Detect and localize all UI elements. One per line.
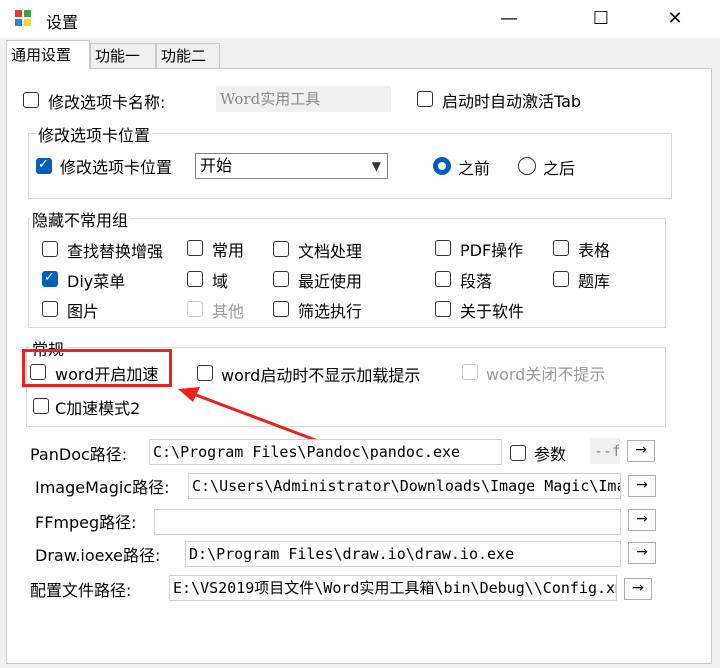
hide-about-checkbox[interactable] — [435, 301, 451, 317]
chevron-down-icon: ▼ — [371, 159, 381, 173]
no-close-hint-label: word关闭不提示 — [486, 365, 606, 384]
hide-pdf-checkbox[interactable] — [435, 240, 451, 256]
ffmpeg-path-label: FFmpeg路径: — [35, 513, 137, 532]
config-browse-button[interactable]: → — [624, 578, 652, 600]
tab-general[interactable]: 通用设置 — [6, 40, 90, 69]
hide-question-bank-label: 题库 — [578, 272, 611, 291]
hide-question-bank-checkbox[interactable] — [553, 271, 569, 287]
hide-image-label: 图片 — [67, 302, 100, 321]
hide-other-label: 其他 — [212, 302, 245, 321]
no-close-hint-checkbox — [462, 364, 478, 380]
imagemagic-path-label: ImageMagic路径: — [35, 478, 170, 497]
hide-field-label: 域 — [212, 272, 229, 291]
hide-common-checkbox[interactable] — [187, 240, 203, 256]
param-input[interactable]: --f — [590, 438, 620, 464]
rename-tab-label: 修改选项卡名称: — [48, 93, 166, 112]
highlight-box — [22, 349, 172, 387]
ffmpeg-path-input[interactable] — [154, 509, 621, 535]
tab-feature-2[interactable]: 功能二 — [156, 43, 220, 68]
pandoc-path-input[interactable]: C:\Program Files\Pandoc\pandoc.exe — [149, 439, 502, 465]
drawio-path-label: Draw.ioexe路径: — [35, 546, 161, 565]
tab-name-input[interactable]: Word实用工具 — [216, 86, 391, 112]
hide-paragraph-label: 段落 — [460, 272, 493, 291]
hide-about-label: 关于软件 — [460, 302, 525, 321]
maximize-button[interactable]: ☐ — [578, 2, 624, 36]
position-group-legend: 修改选项卡位置 — [36, 122, 153, 146]
c-accel-checkbox[interactable] — [33, 398, 49, 414]
hide-find-replace-label: 查找替换增强 — [67, 242, 164, 261]
c-accel-label: C加速模式2 — [55, 399, 141, 418]
drawio-browse-button[interactable]: → — [628, 542, 656, 564]
hide-paragraph-checkbox[interactable] — [435, 271, 451, 287]
position-combo-value: 开始 — [200, 156, 233, 175]
change-position-checkbox[interactable] — [36, 157, 52, 174]
hide-other-checkbox — [187, 301, 203, 317]
hide-diy-menu-checkbox[interactable] — [42, 270, 58, 287]
hide-pdf-label: PDF操作 — [460, 241, 524, 260]
hide-filter-exec-checkbox[interactable] — [273, 301, 289, 317]
hide-image-checkbox[interactable] — [42, 301, 58, 317]
minimize-button[interactable]: — — [486, 2, 532, 36]
position-combo[interactable]: 开始 ▼ — [195, 153, 388, 179]
hide-common-label: 常用 — [212, 241, 245, 260]
hide-group-legend: 隐藏不常用组 — [30, 207, 131, 231]
drawio-path-input[interactable]: D:\Program Files\draw.io\draw.io.exe — [185, 541, 621, 567]
config-path-input[interactable]: E:\VS2019项目文件\Word实用工具箱\bin\Debug\\Confi… — [169, 575, 617, 601]
param-label: 参数 — [534, 445, 567, 464]
rename-tab-checkbox[interactable] — [23, 92, 39, 108]
radio-after[interactable] — [518, 157, 536, 175]
auto-activate-checkbox[interactable] — [417, 91, 433, 107]
imagemagic-browse-button[interactable]: → — [628, 475, 656, 497]
window-title: 设置 — [46, 13, 79, 32]
hide-table-checkbox[interactable] — [553, 240, 569, 256]
hide-find-replace-checkbox[interactable] — [42, 241, 58, 257]
hide-doc-processing-checkbox[interactable] — [273, 241, 289, 257]
hide-doc-processing-label: 文档处理 — [298, 242, 363, 261]
param-checkbox[interactable] — [510, 445, 526, 461]
radio-before[interactable] — [433, 157, 451, 175]
no-loading-hint-checkbox[interactable] — [197, 365, 213, 381]
hide-field-checkbox[interactable] — [187, 271, 203, 287]
config-path-label: 配置文件路径: — [30, 581, 132, 600]
hide-table-label: 表格 — [578, 241, 611, 260]
tab-feature-1[interactable]: 功能一 — [90, 43, 156, 68]
hide-filter-exec-label: 筛选执行 — [298, 302, 363, 321]
radio-before-label: 之前 — [458, 159, 491, 178]
pandoc-browse-button[interactable]: → — [627, 440, 655, 462]
radio-after-label: 之后 — [543, 159, 576, 178]
app-icon — [15, 10, 31, 26]
hide-diy-menu-label: Diy菜单 — [67, 272, 126, 291]
hide-recent-checkbox[interactable] — [273, 271, 289, 287]
imagemagic-path-input[interactable]: C:\Users\Administrator\Downloads\Image M… — [188, 473, 621, 499]
auto-activate-label: 启动时自动激活Tab — [442, 92, 582, 111]
close-button[interactable]: ✕ — [652, 2, 698, 36]
ffmpeg-browse-button[interactable]: → — [628, 509, 656, 531]
pandoc-path-label: PanDoc路径: — [30, 445, 128, 464]
change-position-label: 修改选项卡位置 — [60, 158, 173, 177]
hide-recent-label: 最近使用 — [298, 272, 363, 291]
